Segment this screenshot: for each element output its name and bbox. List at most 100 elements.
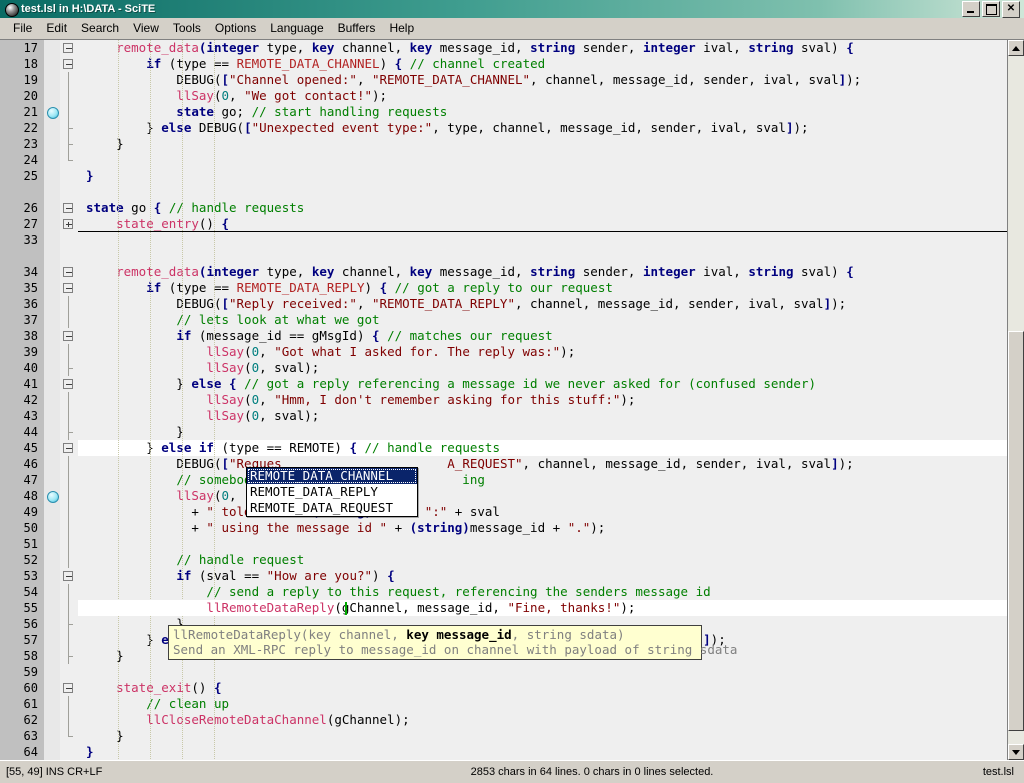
- menu-item-tools[interactable]: Tools: [166, 19, 208, 37]
- code-line[interactable]: + " using the message id " + (string)mes…: [78, 520, 1007, 536]
- code-line[interactable]: llSay(0, "Some: [78, 488, 1007, 504]
- bookmark-slot[interactable]: [44, 120, 60, 136]
- bookmark-slot[interactable]: [44, 648, 60, 664]
- bookmark-slot[interactable]: [44, 312, 60, 328]
- bookmark-slot[interactable]: [44, 504, 60, 520]
- fold-marker[interactable]: [60, 376, 78, 392]
- fold-collapse-icon[interactable]: [63, 283, 73, 293]
- fold-marker[interactable]: [60, 168, 78, 184]
- fold-marker[interactable]: [60, 56, 78, 72]
- code-line[interactable]: llSay(0, "Got what I asked for. The repl…: [78, 344, 1007, 360]
- bookmark-slot[interactable]: [44, 728, 60, 744]
- code-line[interactable]: [78, 248, 1007, 264]
- fold-collapse-icon[interactable]: [63, 379, 73, 389]
- bookmark-slot[interactable]: [44, 424, 60, 440]
- bookmark-slot[interactable]: [44, 616, 60, 632]
- menu-item-options[interactable]: Options: [208, 19, 263, 37]
- scroll-up-arrow-icon[interactable]: [1008, 40, 1024, 56]
- autocomplete-popup[interactable]: REMOTE_DATA_CHANNEL REMOTE_DATA_REPLY RE…: [246, 467, 418, 517]
- bookmark-slot[interactable]: [44, 344, 60, 360]
- bookmark-slot[interactable]: [44, 392, 60, 408]
- fold-marker[interactable]: [60, 472, 78, 488]
- fold-marker[interactable]: [60, 360, 78, 376]
- bookmark-slot[interactable]: [44, 456, 60, 472]
- code-line[interactable]: }: [78, 424, 1007, 440]
- code-line[interactable]: }: [78, 728, 1007, 744]
- scroll-down-arrow-icon[interactable]: [1008, 744, 1024, 760]
- scrollbar-thumb[interactable]: [1008, 331, 1024, 731]
- code-line[interactable]: if (type == REMOTE_DATA_CHANNEL) { // ch…: [78, 56, 1007, 72]
- bookmark-marker[interactable]: [44, 104, 60, 120]
- bookmark-slot[interactable]: [44, 552, 60, 568]
- fold-marker[interactable]: [60, 712, 78, 728]
- code-line[interactable]: }: [78, 136, 1007, 152]
- bookmark-slot[interactable]: [44, 568, 60, 584]
- bookmark-slot[interactable]: [44, 232, 60, 248]
- fold-marker[interactable]: [60, 632, 78, 648]
- menu-item-language[interactable]: Language: [263, 19, 330, 37]
- bookmark-slot[interactable]: [44, 696, 60, 712]
- bookmark-slot[interactable]: [44, 280, 60, 296]
- fold-marker[interactable]: [60, 280, 78, 296]
- bookmark-slot[interactable]: [44, 536, 60, 552]
- fold-marker[interactable]: [60, 328, 78, 344]
- code-line[interactable]: [78, 232, 1007, 248]
- code-line[interactable]: if (type == REMOTE_DATA_REPLY) { // got …: [78, 280, 1007, 296]
- fold-marker[interactable]: [60, 520, 78, 536]
- fold-marker[interactable]: [60, 248, 78, 264]
- fold-marker[interactable]: [60, 152, 78, 168]
- menu-item-help[interactable]: Help: [382, 19, 421, 37]
- code-line[interactable]: // lets look at what we got: [78, 312, 1007, 328]
- fold-collapse-icon[interactable]: [63, 331, 73, 341]
- fold-marker[interactable]: [60, 488, 78, 504]
- fold-marker[interactable]: [60, 696, 78, 712]
- fold-marker[interactable]: [60, 408, 78, 424]
- code-line[interactable]: if (message_id == gMsgId) { // matches o…: [78, 328, 1007, 344]
- autocomplete-item-remote-data-reply[interactable]: REMOTE_DATA_REPLY: [247, 484, 417, 500]
- bookmark-slot[interactable]: [44, 520, 60, 536]
- fold-marker[interactable]: [60, 232, 78, 248]
- code-line[interactable]: llSay(0, "Hmm, I don't remember asking f…: [78, 392, 1007, 408]
- fold-expand-icon[interactable]: [63, 219, 73, 229]
- code-line[interactable]: } else if (type == REMOTE) { // handle r…: [78, 440, 1007, 456]
- code-line[interactable]: llSay(0, sval);: [78, 408, 1007, 424]
- bookmark-slot[interactable]: [44, 584, 60, 600]
- bookmark-marker[interactable]: [44, 488, 60, 504]
- vertical-scrollbar[interactable]: [1007, 40, 1024, 760]
- fold-marker[interactable]: [60, 600, 78, 616]
- bookmark-slot[interactable]: [44, 88, 60, 104]
- bookmark-slot[interactable]: [44, 472, 60, 488]
- code-line[interactable]: // handle request: [78, 552, 1007, 568]
- bookmark-slot[interactable]: [44, 440, 60, 456]
- code-line[interactable]: remote_data(integer type, key channel, k…: [78, 264, 1007, 280]
- code-line[interactable]: }: [78, 168, 1007, 184]
- fold-collapse-icon[interactable]: [63, 267, 73, 277]
- code-line[interactable]: // send a reply to this request, referen…: [78, 584, 1007, 600]
- bookmark-slot[interactable]: [44, 328, 60, 344]
- fold-collapse-icon[interactable]: [63, 571, 73, 581]
- code-line[interactable]: // clean up: [78, 696, 1007, 712]
- fold-marker[interactable]: [60, 104, 78, 120]
- close-button[interactable]: ✕: [1002, 0, 1020, 18]
- code-line[interactable]: [78, 536, 1007, 552]
- bookmark-slot[interactable]: [44, 248, 60, 264]
- fold-marker[interactable]: [60, 264, 78, 280]
- bookmark-slot[interactable]: [44, 72, 60, 88]
- fold-marker[interactable]: [60, 424, 78, 440]
- fold-margin[interactable]: [60, 40, 78, 760]
- fold-marker[interactable]: [60, 200, 78, 216]
- code-line[interactable]: state_exit() {: [78, 680, 1007, 696]
- bookmark-slot[interactable]: [44, 216, 60, 232]
- autocomplete-item-remote-data-request[interactable]: REMOTE_DATA_REQUEST: [247, 500, 417, 516]
- fold-marker[interactable]: [60, 312, 78, 328]
- fold-marker[interactable]: [60, 344, 78, 360]
- fold-marker[interactable]: [60, 552, 78, 568]
- fold-marker[interactable]: [60, 136, 78, 152]
- code-line[interactable]: }: [78, 744, 1007, 760]
- code-line[interactable]: state go; // start handling requests: [78, 104, 1007, 120]
- bookmark-slot[interactable]: [44, 712, 60, 728]
- fold-marker[interactable]: [60, 440, 78, 456]
- code-line[interactable]: DEBUG(["Reques A_REQUEST", channel, mess…: [78, 456, 1007, 472]
- code-line[interactable]: [78, 152, 1007, 168]
- bookmark-slot[interactable]: [44, 136, 60, 152]
